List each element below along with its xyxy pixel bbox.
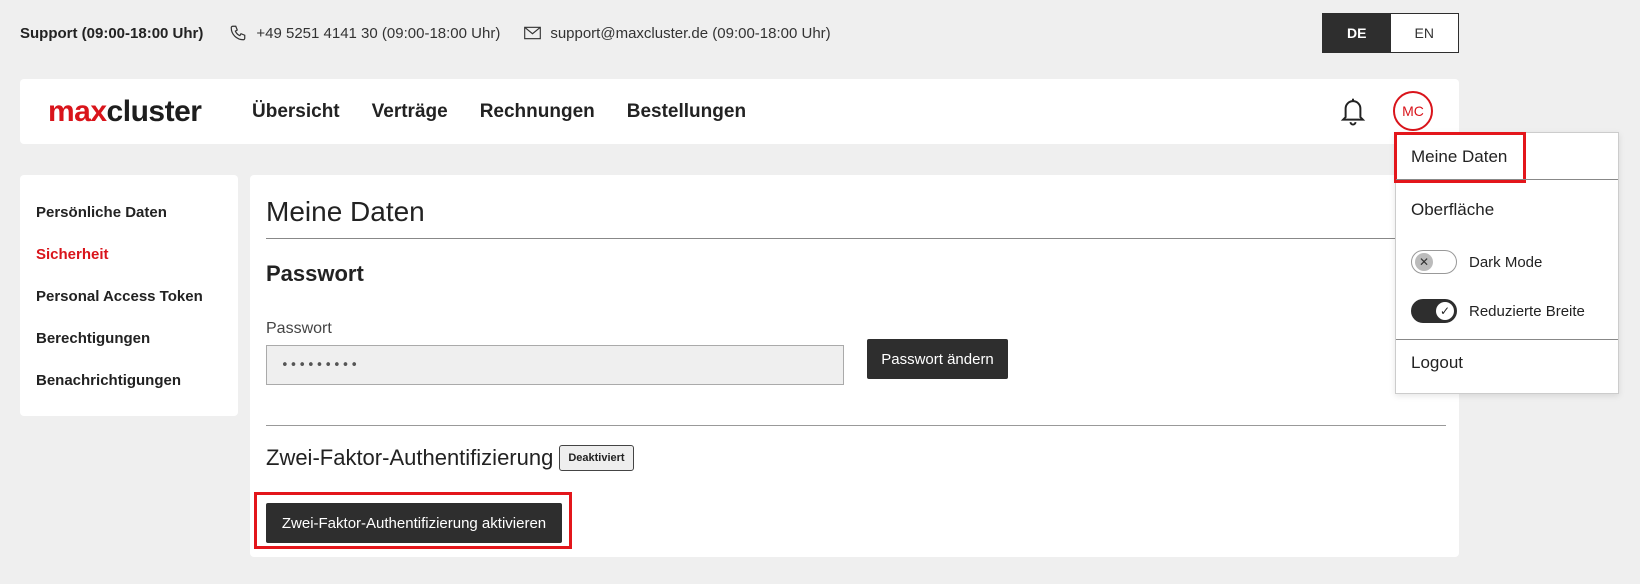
menu-item-logout[interactable]: Logout (1411, 353, 1463, 373)
support-bar: Support (09:00-18:00 Uhr) +49 5251 4141 … (20, 22, 855, 44)
support-email-text: support@maxcluster.de (09:00-18:00 Uhr) (550, 24, 831, 42)
avatar[interactable]: MC (1393, 91, 1433, 131)
sidebar-item-access-token[interactable]: Personal Access Token (20, 276, 238, 318)
tfa-title-text: Zwei-Faktor-Authentifizierung (266, 445, 554, 470)
highlight-box (1394, 132, 1526, 183)
main-panel: Meine Daten Passwort Passwort Passwort ä… (250, 175, 1459, 557)
menu-section-appearance: Oberfläche (1411, 200, 1495, 219)
main-nav: Übersicht Verträge Rechnungen Bestellung… (252, 79, 778, 144)
password-field[interactable] (266, 345, 844, 385)
lang-en-button[interactable]: EN (1390, 14, 1458, 52)
lang-de-button[interactable]: DE (1323, 14, 1391, 52)
reduced-width-label: Reduzierte Breite (1469, 302, 1585, 320)
support-title: Support (09:00-18:00 Uhr) (20, 24, 204, 42)
sidebar-item-security[interactable]: Sicherheit (20, 234, 238, 276)
sidebar-item-permissions[interactable]: Berechtigungen (20, 318, 238, 360)
tfa-section-title: Zwei-Faktor-Authentifizierung Deaktivier… (266, 445, 634, 471)
nav-overview[interactable]: Übersicht (252, 101, 340, 123)
password-label: Passwort (266, 320, 332, 337)
dark-mode-label: Dark Mode (1469, 253, 1543, 271)
user-dropdown-menu: Meine Daten Oberfläche ✕ Dark Mode ✓ Red… (1394, 132, 1619, 394)
bell-icon[interactable] (1338, 95, 1368, 127)
top-header: maxcluster Übersicht Verträge Rechnungen… (20, 79, 1459, 144)
divider (1396, 339, 1618, 340)
support-phone-text: +49 5251 4141 30 (09:00-18:00 Uhr) (256, 24, 501, 42)
change-password-button[interactable]: Passwort ändern (867, 339, 1008, 379)
divider (1396, 179, 1618, 180)
sidebar-item-personal-data[interactable]: Persönliche Daten (20, 192, 238, 234)
dark-mode-toggle-row[interactable]: ✕ Dark Mode (1411, 250, 1542, 274)
divider (266, 425, 1446, 426)
reduced-width-toggle[interactable]: ✓ (1411, 299, 1457, 323)
mail-icon (524, 26, 542, 40)
close-icon: ✕ (1415, 253, 1433, 271)
sidebar-item-notifications[interactable]: Benachrichtigungen (20, 360, 238, 402)
language-switch: DE EN (1322, 13, 1459, 53)
maxcluster-logo[interactable]: maxcluster (48, 95, 202, 129)
nav-invoices[interactable]: Rechnungen (480, 101, 595, 123)
reduced-width-toggle-row[interactable]: ✓ Reduzierte Breite (1411, 299, 1585, 323)
nav-orders[interactable]: Bestellungen (627, 101, 746, 123)
support-phone[interactable]: +49 5251 4141 30 (09:00-18:00 Uhr) (229, 24, 500, 42)
dark-mode-toggle[interactable]: ✕ (1411, 250, 1457, 274)
page-title: Meine Daten (266, 196, 425, 227)
status-badge: Deaktiviert (559, 445, 634, 471)
settings-sidebar: Persönliche Daten Sicherheit Personal Ac… (20, 175, 238, 416)
nav-contracts[interactable]: Verträge (372, 101, 448, 123)
check-icon: ✓ (1436, 302, 1454, 320)
password-section-title: Passwort (266, 261, 364, 286)
activate-tfa-button[interactable]: Zwei-Faktor-Authentifizierung aktivieren (266, 503, 562, 543)
phone-icon (231, 25, 246, 41)
divider (266, 238, 1446, 239)
support-email[interactable]: support@maxcluster.de (09:00-18:00 Uhr) (524, 24, 831, 42)
